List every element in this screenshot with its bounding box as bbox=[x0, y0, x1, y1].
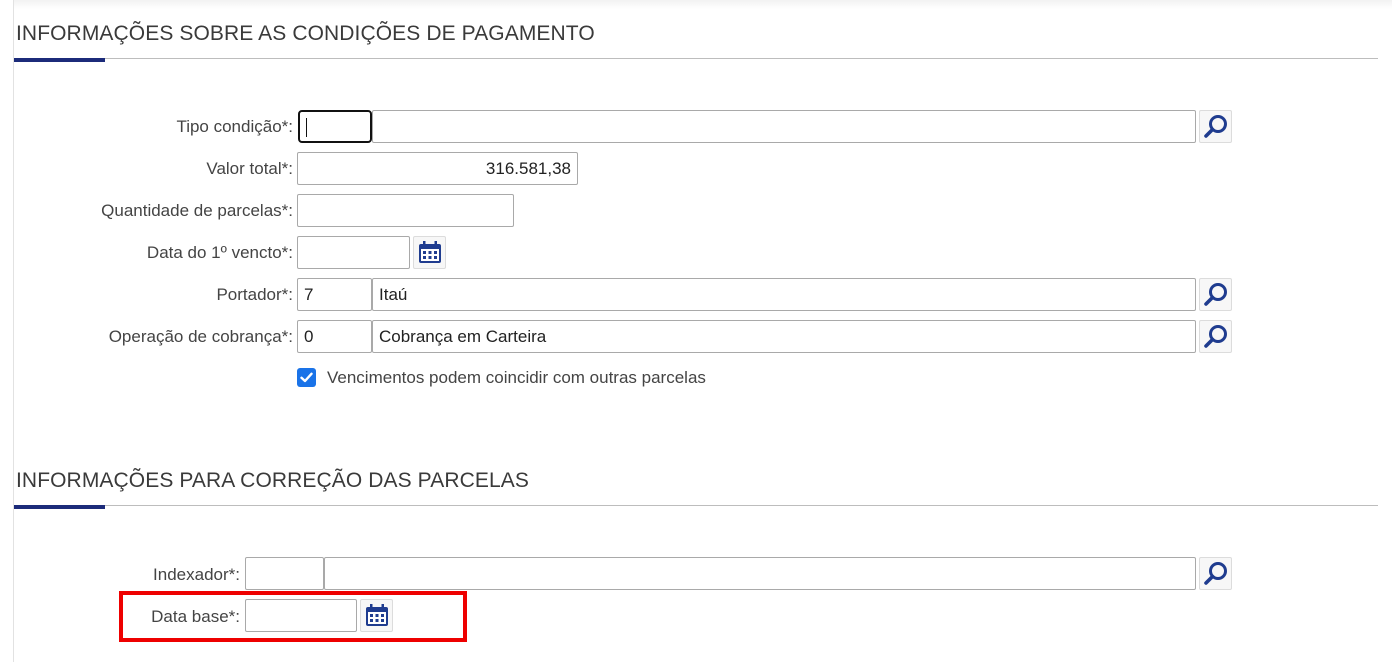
tipo-condicao-code-input[interactable] bbox=[298, 110, 372, 143]
portador-label: Portador*: bbox=[216, 285, 293, 304]
portador-description-input[interactable]: Itaú bbox=[372, 278, 1196, 311]
left-border bbox=[13, 0, 14, 662]
checkmark-icon bbox=[300, 372, 313, 383]
tipo-condicao-description-input[interactable] bbox=[372, 110, 1196, 143]
vencimentos-checkbox[interactable] bbox=[297, 368, 316, 387]
magnifier-icon bbox=[1203, 561, 1227, 585]
valor-total-label: Valor total*: bbox=[206, 159, 293, 178]
top-shadow bbox=[14, 0, 1392, 9]
indexador-code-input[interactable] bbox=[245, 557, 324, 590]
tipo-condicao-label: Tipo condição*: bbox=[176, 117, 293, 136]
indexador-label: Indexador*: bbox=[153, 565, 240, 584]
portador-search-button[interactable] bbox=[1199, 278, 1232, 311]
quantidade-parcelas-label: Quantidade de parcelas*: bbox=[101, 201, 293, 220]
payment-section-divider bbox=[14, 58, 1378, 59]
data-base-calendar-button[interactable] bbox=[360, 599, 393, 632]
tipo-condicao-search-button[interactable] bbox=[1199, 110, 1232, 143]
data-vencto-label: Data do 1º vencto*: bbox=[146, 243, 293, 262]
data-vencto-calendar-button[interactable] bbox=[413, 236, 446, 269]
magnifier-icon bbox=[1203, 114, 1227, 138]
magnifier-icon bbox=[1203, 282, 1227, 306]
operacao-cobranca-search-button[interactable] bbox=[1199, 320, 1232, 353]
correction-section-accent bbox=[14, 505, 105, 509]
quantidade-parcelas-input[interactable] bbox=[297, 194, 514, 227]
calendar-icon bbox=[418, 240, 441, 263]
text-caret bbox=[306, 117, 307, 137]
operacao-cobranca-label: Operação de cobrança*: bbox=[108, 327, 293, 346]
vencimentos-checkbox-label[interactable]: Vencimentos podem coincidir com outras p… bbox=[327, 368, 706, 388]
payment-section-accent bbox=[14, 58, 105, 62]
portador-code-input[interactable]: 7 bbox=[297, 278, 372, 311]
payment-section-title: INFORMAÇÕES SOBRE AS CONDIÇÕES DE PAGAME… bbox=[16, 22, 595, 45]
data-base-input[interactable] bbox=[245, 599, 357, 632]
correction-section-divider bbox=[14, 505, 1378, 506]
valor-total-input[interactable]: 316.581,38 bbox=[297, 152, 578, 185]
operacao-cobranca-code-input[interactable]: 0 bbox=[297, 320, 372, 353]
indexador-search-button[interactable] bbox=[1199, 557, 1232, 590]
operacao-cobranca-description-input[interactable]: Cobrança em Carteira bbox=[372, 320, 1196, 353]
indexador-description-input[interactable] bbox=[324, 557, 1196, 590]
correction-section-title: INFORMAÇÕES PARA CORREÇÃO DAS PARCELAS bbox=[16, 469, 529, 492]
calendar-icon bbox=[365, 603, 388, 626]
magnifier-icon bbox=[1203, 324, 1227, 348]
data-base-label: Data base*: bbox=[151, 607, 240, 626]
data-vencto-input[interactable] bbox=[297, 236, 410, 269]
